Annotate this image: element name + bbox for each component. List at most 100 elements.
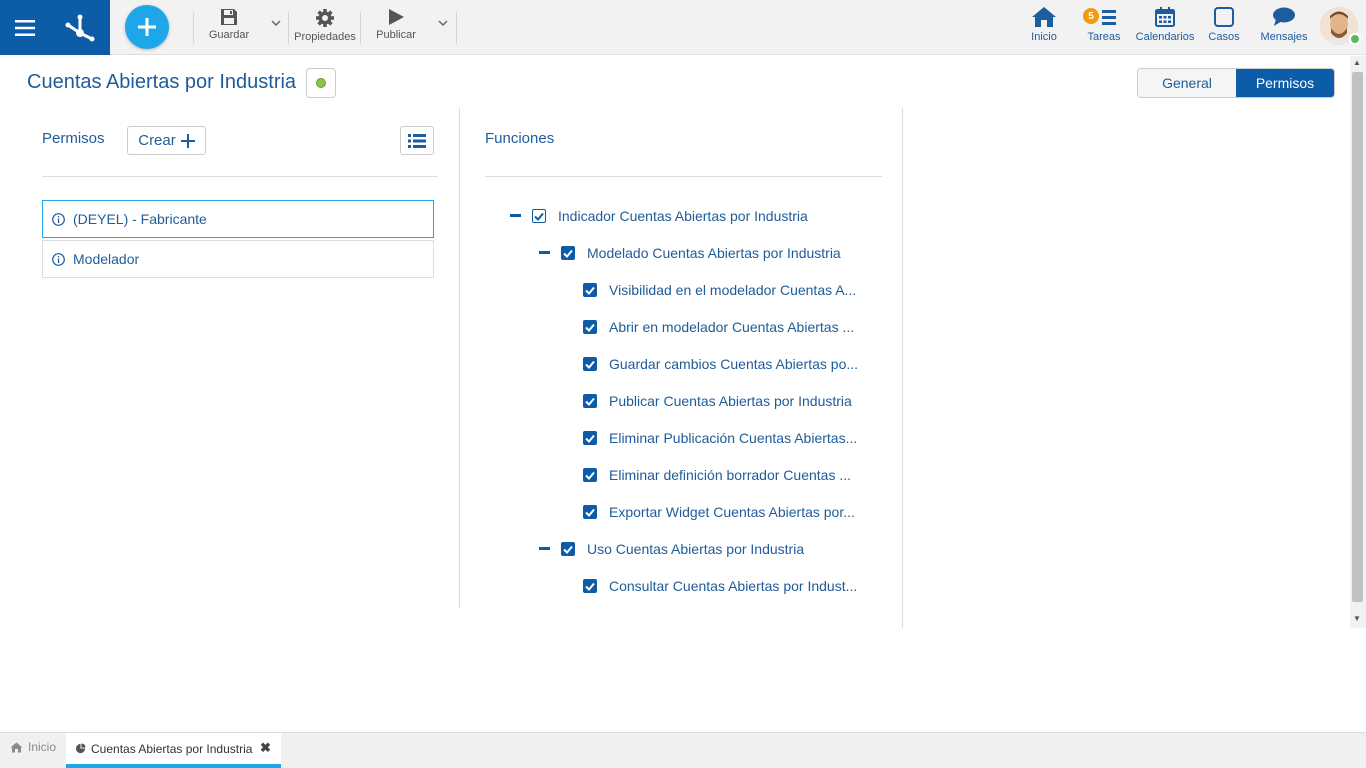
toolbar-divider <box>288 12 289 44</box>
tree-node[interactable]: Eliminar definición borrador Cuentas ... <box>583 465 863 485</box>
tree-node[interactable]: Eliminar Publicación Cuentas Abiertas... <box>583 428 863 448</box>
nav-cases[interactable]: Casos <box>1207 6 1241 43</box>
checkmark-icon <box>585 471 595 480</box>
play-icon <box>389 9 404 25</box>
toolbar-divider <box>360 12 361 44</box>
checkbox-checked[interactable] <box>583 283 597 297</box>
list-view-button[interactable] <box>400 126 434 155</box>
tree-node[interactable]: Indicador Cuentas Abiertas por Industria <box>532 206 808 226</box>
collapse-toggle-icon[interactable] <box>539 547 550 550</box>
plus-icon <box>138 18 156 36</box>
tree-node[interactable]: Abrir en modelador Cuentas Abiertas ... <box>583 317 863 337</box>
plus-icon <box>180 133 195 148</box>
nav-calendars[interactable]: Calendarios <box>1135 6 1195 43</box>
publish-dropdown-chevron-icon[interactable] <box>438 20 448 26</box>
permission-item-deyel-fabricante[interactable]: (DEYEL) - Fabricante <box>42 200 434 238</box>
checkbox-checked[interactable] <box>583 468 597 482</box>
tree-node[interactable]: Consultar Cuentas Abiertas por Indust... <box>583 576 863 596</box>
properties-button[interactable]: Propiedades <box>292 8 358 48</box>
permission-item-modelador[interactable]: Modelador <box>42 240 434 278</box>
toolbar-divider <box>193 12 194 44</box>
tree-node[interactable]: Visibilidad en el modelador Cuentas A... <box>583 280 863 300</box>
save-button[interactable]: Guardar <box>207 8 251 48</box>
divider <box>42 176 438 177</box>
tree-node[interactable]: Exportar Widget Cuentas Abiertas por... <box>583 502 863 522</box>
checkmark-icon <box>585 323 595 332</box>
checkbox-checked[interactable] <box>583 505 597 519</box>
checkbox-checked[interactable] <box>583 579 597 593</box>
permissions-heading: Permisos <box>42 130 105 147</box>
status-indicator-button[interactable] <box>306 68 336 98</box>
scroll-up-arrow-icon[interactable]: ▲ <box>1353 58 1361 67</box>
checkmark-icon <box>585 360 595 369</box>
info-icon <box>52 252 65 266</box>
tree-node-label: Eliminar Publicación Cuentas Abiertas... <box>609 430 858 446</box>
checkbox-checked[interactable] <box>532 209 546 223</box>
tree-node-label: Eliminar definición borrador Cuentas ... <box>609 467 852 483</box>
tree-node[interactable]: Modelado Cuentas Abiertas por Industria <box>561 243 841 263</box>
page-title: Cuentas Abiertas por Industria <box>27 71 297 93</box>
tree-node-label: Consultar Cuentas Abiertas por Indust... <box>609 578 858 594</box>
checkbox-checked[interactable] <box>561 542 575 556</box>
toolbar-divider <box>456 12 457 44</box>
checkmark-icon <box>563 545 573 554</box>
checkmark-icon <box>534 212 544 221</box>
nav-messages-label: Mensajes <box>1260 31 1308 43</box>
info-icon <box>52 212 65 226</box>
chat-bubble-icon <box>1273 7 1295 26</box>
tree-node-label: Exportar Widget Cuentas Abiertas por... <box>609 504 855 520</box>
checkbox-checked[interactable] <box>583 320 597 334</box>
nav-home[interactable]: Inicio <box>1028 6 1060 43</box>
tree-node[interactable]: Guardar cambios Cuentas Abiertas po... <box>583 354 863 374</box>
tree-node[interactable]: Uso Cuentas Abiertas por Industria <box>561 539 804 559</box>
scroll-down-arrow-icon[interactable]: ▼ <box>1353 614 1361 623</box>
permission-item-label: (DEYEL) - Fabricante <box>73 211 207 227</box>
hamburger-menu-button[interactable] <box>0 0 50 55</box>
tab-general[interactable]: General <box>1138 69 1236 97</box>
tasks-count-badge: 5 <box>1083 8 1099 24</box>
tree-node-label: Indicador Cuentas Abiertas por Industria <box>558 208 808 224</box>
nav-cases-label: Casos <box>1208 31 1240 43</box>
close-tab-icon[interactable]: ✖ <box>260 740 271 756</box>
tree-node-label: Modelado Cuentas Abiertas por Industria <box>587 245 841 261</box>
create-permission-button[interactable]: Crear <box>127 126 206 155</box>
bottom-tab-active[interactable]: Cuentas Abiertas por Industria <box>66 733 281 768</box>
nav-home-label: Inicio <box>1031 31 1057 43</box>
nav-messages[interactable]: Mensajes <box>1259 6 1309 43</box>
bottom-tab-home-label: Inicio <box>28 740 57 754</box>
tree-node[interactable]: Publicar Cuentas Abiertas por Industria <box>583 391 863 411</box>
collapse-toggle-icon[interactable] <box>510 214 521 217</box>
tab-permissions[interactable]: Permisos <box>1236 69 1334 97</box>
gear-icon <box>316 9 334 27</box>
checkbox-checked[interactable] <box>583 394 597 408</box>
bottom-tab-home[interactable]: Inicio <box>10 740 56 754</box>
divider <box>485 176 882 177</box>
home-icon <box>10 742 23 752</box>
collapse-toggle-icon[interactable] <box>539 251 550 254</box>
panel-divider <box>902 108 903 628</box>
app-logo[interactable] <box>50 0 110 55</box>
tree-node-label: Abrir en modelador Cuentas Abiertas ... <box>609 319 855 335</box>
checkbox-checked[interactable] <box>583 357 597 371</box>
panel-divider <box>459 108 460 608</box>
scrollbar-thumb[interactable] <box>1352 72 1363 602</box>
save-dropdown-chevron-icon[interactable] <box>271 20 281 26</box>
view-tabs: General Permisos <box>1137 68 1335 98</box>
add-new-button[interactable] <box>125 5 169 49</box>
checkmark-icon <box>585 397 595 406</box>
checkbox-checked[interactable] <box>583 431 597 445</box>
case-square-icon <box>1214 7 1234 27</box>
status-dot-icon <box>316 78 326 88</box>
hamburger-icon <box>15 19 35 36</box>
checkbox-checked[interactable] <box>561 246 575 260</box>
list-icon <box>408 133 426 148</box>
floppy-disk-icon <box>221 9 237 25</box>
tree-node-label: Guardar cambios Cuentas Abiertas po... <box>609 356 859 372</box>
publish-button[interactable]: Publicar <box>372 8 420 48</box>
functions-heading: Funciones <box>485 130 555 147</box>
tree-node-label: Uso Cuentas Abiertas por Industria <box>587 541 805 557</box>
save-label: Guardar <box>208 29 250 41</box>
properties-label: Propiedades <box>294 31 356 43</box>
tree-node-label: Visibilidad en el modelador Cuentas A... <box>609 282 857 298</box>
tree-node-label: Publicar Cuentas Abiertas por Industria <box>609 393 852 409</box>
